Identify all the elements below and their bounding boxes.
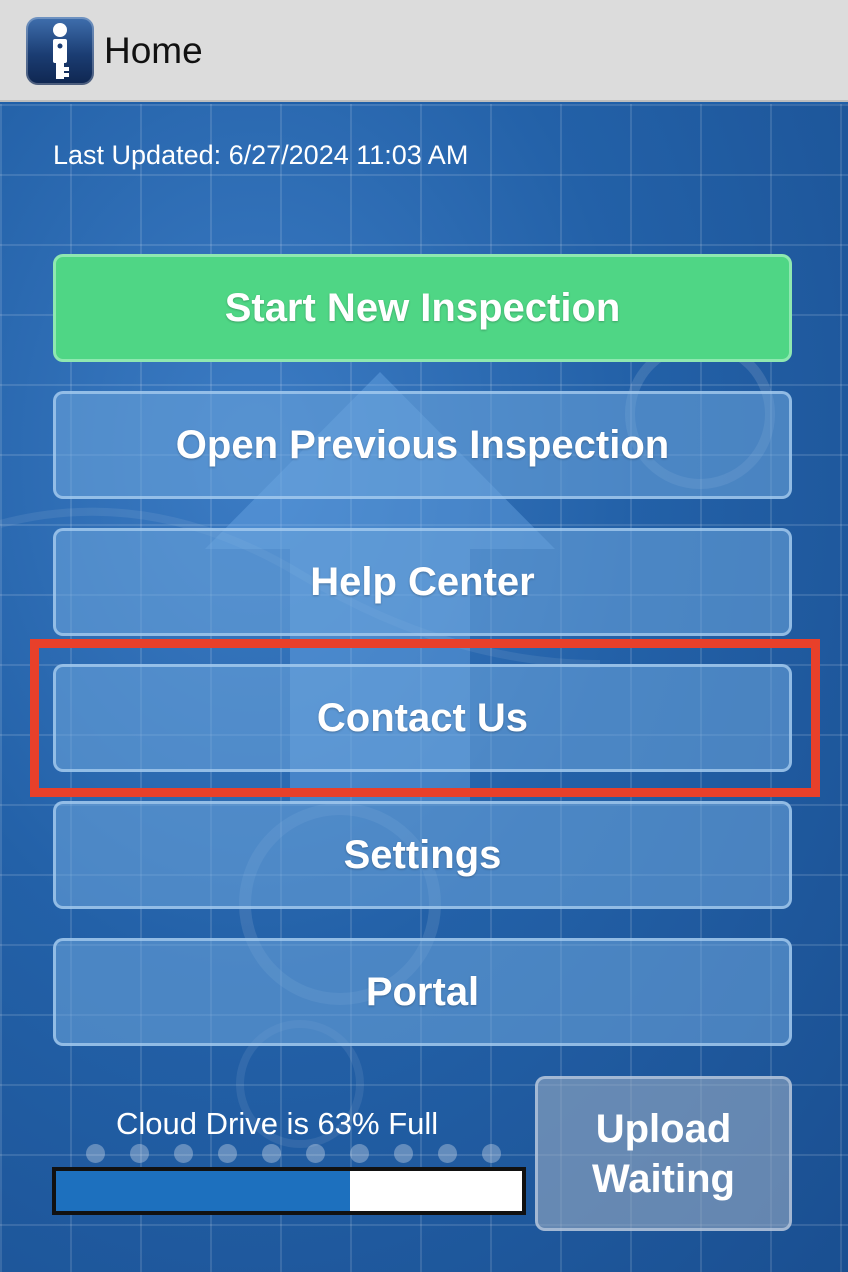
page-title: Home bbox=[104, 30, 203, 71]
open-previous-inspection-button[interactable]: Open Previous Inspection bbox=[53, 391, 792, 499]
settings-button[interactable]: Settings bbox=[53, 801, 792, 909]
inspector-key-icon[interactable] bbox=[26, 17, 94, 85]
cloud-drive-progress-bar bbox=[52, 1167, 526, 1215]
help-center-button[interactable]: Help Center bbox=[53, 528, 792, 636]
app-header: Home bbox=[0, 0, 848, 102]
decorative-dots bbox=[86, 1144, 501, 1163]
progress-fill bbox=[56, 1171, 350, 1211]
start-new-inspection-button[interactable]: Start New Inspection bbox=[53, 254, 792, 362]
portal-button[interactable]: Portal bbox=[53, 938, 792, 1046]
upload-waiting-button[interactable]: Upload Waiting bbox=[535, 1076, 792, 1231]
waiting-label: Waiting bbox=[592, 1156, 735, 1201]
contact-us-button[interactable]: Contact Us bbox=[53, 664, 792, 772]
last-updated-text: Last Updated: 6/27/2024 11:03 AM bbox=[53, 140, 469, 170]
cloud-drive-status: Cloud Drive is 63% Full bbox=[116, 1106, 439, 1141]
upload-label: Upload bbox=[595, 1106, 732, 1151]
